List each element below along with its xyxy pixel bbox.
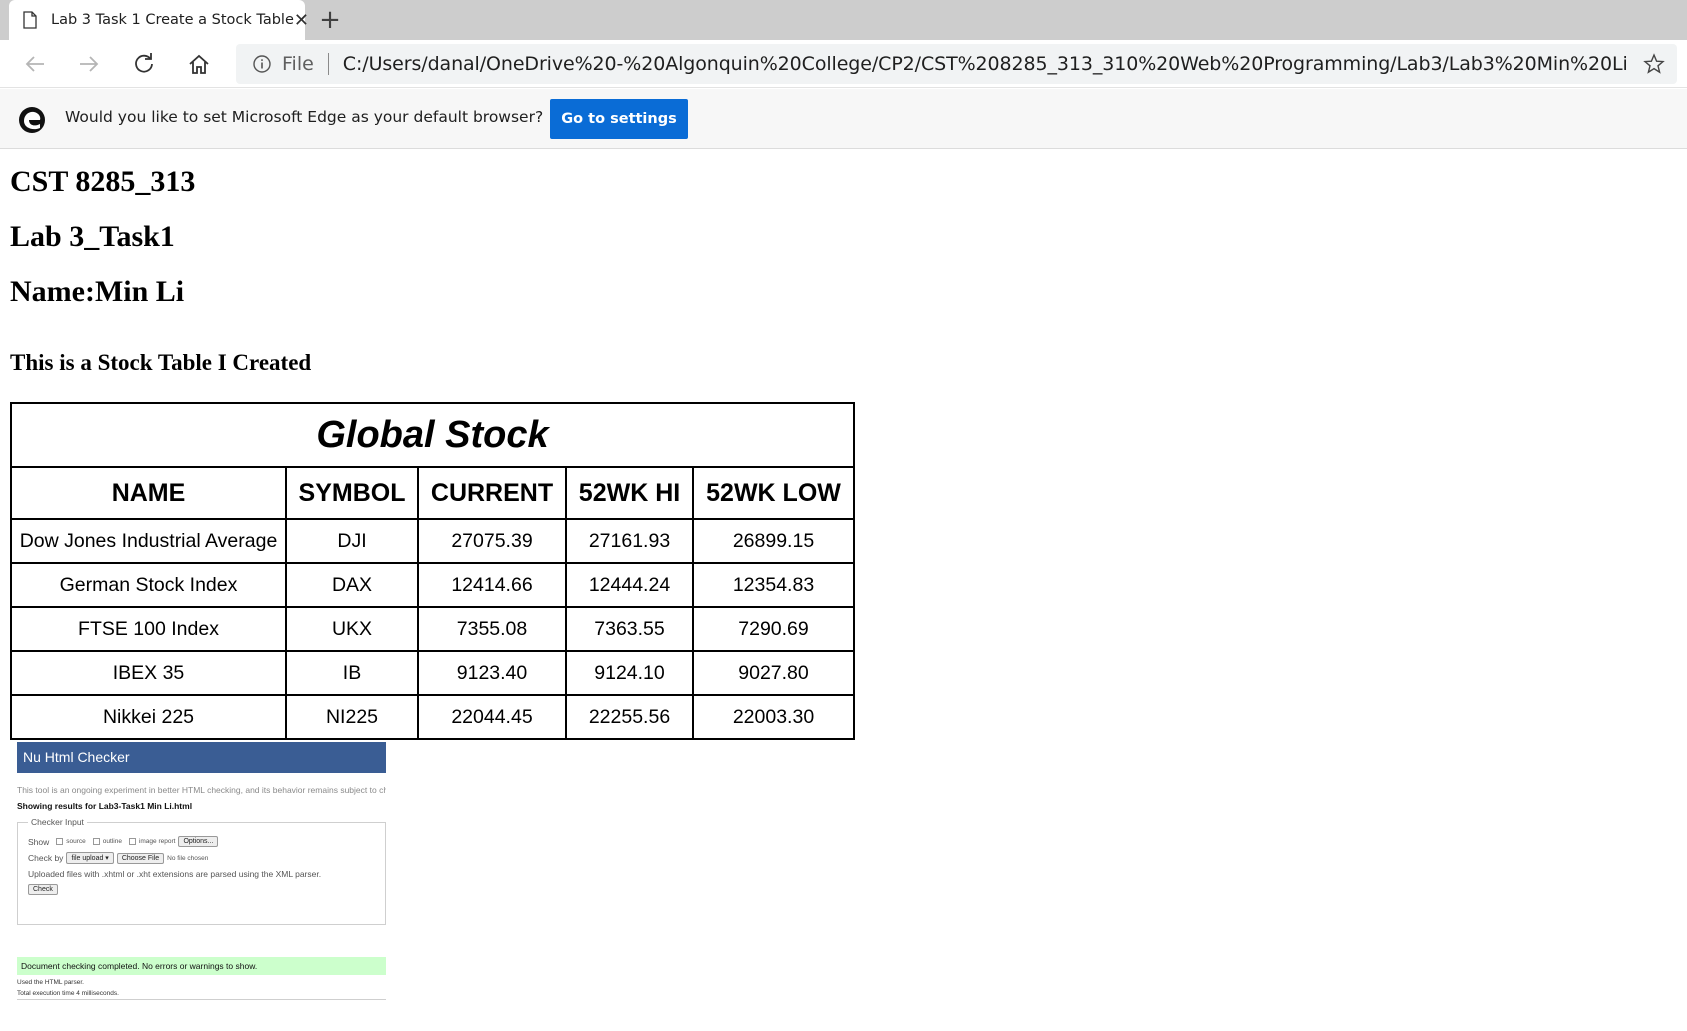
check-by-select: file upload ▾	[66, 852, 114, 864]
browser-tab[interactable]: Lab 3 Task 1 Create a Stock Table ✕	[9, 0, 309, 40]
cell-52wk-low: 26899.15	[692, 518, 855, 564]
check-by-label: Check by	[28, 853, 64, 863]
back-arrow-icon	[25, 56, 44, 72]
scheme-label: File	[282, 53, 314, 75]
outline-checkbox	[92, 838, 100, 845]
col-header-symbol: SYMBOL	[285, 466, 419, 520]
new-tab-button[interactable]: +	[314, 4, 346, 36]
col-header-name: NAME	[10, 466, 287, 520]
default-browser-infobar: Would you like to set Microsoft Edge as …	[0, 89, 1687, 149]
home-icon	[189, 54, 209, 74]
col-header-current: CURRENT	[417, 466, 567, 520]
cell-symbol: UKX	[285, 606, 419, 652]
url-text[interactable]: C:/Users/danal/OneDrive%20-%20Algonquin%…	[343, 53, 1626, 75]
tab-strip: Lab 3 Task 1 Create a Stock Table ✕ +	[0, 0, 1687, 40]
source-checkbox	[56, 838, 64, 845]
cell-symbol: DJI	[285, 518, 419, 564]
table-caption: Global Stock	[10, 402, 855, 468]
cell-52wk-hi: 9124.10	[565, 650, 694, 696]
choose-file-button: Choose File	[116, 852, 165, 864]
name-heading: Name:Min Li	[10, 275, 185, 308]
checker-divider	[17, 999, 386, 1000]
upload-note: Uploaded files with .xhtml or .xht exten…	[28, 869, 322, 879]
info-icon[interactable]	[252, 54, 272, 74]
col-header-52wk-hi: 52WK HI	[565, 466, 694, 520]
table-row: Dow Jones Industrial Average DJI 27075.3…	[10, 518, 855, 564]
cell-name: German Stock Index	[10, 562, 287, 608]
header-row: NAME SYMBOL CURRENT 52WK HI 52WK LOW	[10, 466, 855, 520]
cell-current: 7355.08	[417, 606, 567, 652]
tab-title: Lab 3 Task 1 Create a Stock Table	[51, 12, 294, 28]
checker-note: This tool is an ongoing experiment in be…	[17, 785, 386, 795]
table-row: Nikkei 225 NI225 22044.45 22255.56 22003…	[10, 694, 855, 740]
page-content: CST 8285_313 Lab 3_Task1 Name:Min Li Thi…	[10, 150, 1680, 1030]
stock-table: Global Stock NAME SYMBOL CURRENT 52WK HI…	[10, 402, 855, 740]
cell-name: IBEX 35	[10, 650, 287, 696]
cell-52wk-low: 12354.83	[692, 562, 855, 608]
infobar-message: Would you like to set Microsoft Edge as …	[65, 108, 544, 126]
image-report-checkbox	[128, 838, 136, 845]
cell-symbol: NI225	[285, 694, 419, 740]
cell-name: FTSE 100 Index	[10, 606, 287, 652]
check-button: Check	[28, 884, 58, 895]
course-heading: CST 8285_313	[10, 165, 196, 198]
close-tab-icon[interactable]: ✕	[294, 10, 309, 31]
refresh-button[interactable]	[127, 47, 161, 81]
forward-button[interactable]	[72, 47, 106, 81]
outline-label: outline	[102, 838, 122, 845]
forward-arrow-icon	[80, 56, 99, 72]
lab-heading: Lab 3_Task1	[10, 220, 175, 253]
checker-input-fieldset: Checker Input Show source outline image …	[17, 817, 386, 925]
checker-legend: Checker Input	[31, 817, 84, 827]
cell-52wk-low: 22003.30	[692, 694, 855, 740]
cell-52wk-low: 9027.80	[692, 650, 855, 696]
checker-title-bar: Nu Html Checker	[17, 742, 386, 773]
cell-52wk-hi: 22255.56	[565, 694, 694, 740]
table-row: FTSE 100 Index UKX 7355.08 7363.55 7290.…	[10, 606, 855, 652]
edge-logo-icon	[19, 107, 45, 133]
browser-toolbar: File C:/Users/danal/OneDrive%20-%20Algon…	[0, 40, 1687, 88]
parser-note: Used the HTML parser.	[17, 979, 84, 986]
cell-52wk-hi: 7363.55	[565, 606, 694, 652]
table-intro: This is a Stock Table I Created	[10, 350, 312, 375]
star-icon[interactable]	[1643, 53, 1665, 75]
check-by-row: Check by file upload ▾ Choose File No fi…	[28, 852, 375, 864]
source-label: source	[66, 838, 86, 845]
address-separator	[327, 53, 329, 75]
check-row: Check	[28, 884, 375, 895]
cell-52wk-low: 7290.69	[692, 606, 855, 652]
cell-name: Nikkei 225	[10, 694, 287, 740]
cell-current: 27075.39	[417, 518, 567, 564]
options-button: Options...	[178, 836, 219, 847]
cell-symbol: DAX	[285, 562, 419, 608]
cell-52wk-hi: 27161.93	[565, 518, 694, 564]
document-icon	[23, 11, 37, 29]
table-row: German Stock Index DAX 12414.66 12444.24…	[10, 562, 855, 608]
show-row: Show source outline image report Options…	[28, 836, 375, 847]
image-report-label: image report	[138, 838, 176, 845]
cell-current: 12414.66	[417, 562, 567, 608]
caption-row: Global Stock	[10, 402, 855, 468]
time-note: Total execution time 4 milliseconds.	[17, 990, 119, 997]
cell-current: 9123.40	[417, 650, 567, 696]
col-header-52wk-low: 52WK LOW	[692, 466, 855, 520]
checker-result-bar: Document checking completed. No errors o…	[17, 957, 386, 975]
home-button[interactable]	[182, 47, 216, 81]
cell-current: 22044.45	[417, 694, 567, 740]
checker-showing: Showing results for Lab3-Task1 Min Li.ht…	[17, 801, 193, 811]
no-file-label: No file chosen	[167, 854, 209, 862]
back-button[interactable]	[18, 47, 52, 81]
go-to-settings-button[interactable]: Go to settings	[550, 99, 688, 139]
table-row: IBEX 35 IB 9123.40 9124.10 9027.80	[10, 650, 855, 696]
refresh-icon	[135, 53, 153, 73]
address-bar[interactable]: File C:/Users/danal/OneDrive%20-%20Algon…	[236, 44, 1677, 84]
show-label: Show	[28, 836, 50, 847]
validator-screenshot-image: Nu Html Checker This tool is an ongoing …	[17, 742, 386, 1012]
cell-52wk-hi: 12444.24	[565, 562, 694, 608]
cell-symbol: IB	[285, 650, 419, 696]
cell-name: Dow Jones Industrial Average	[10, 518, 287, 564]
